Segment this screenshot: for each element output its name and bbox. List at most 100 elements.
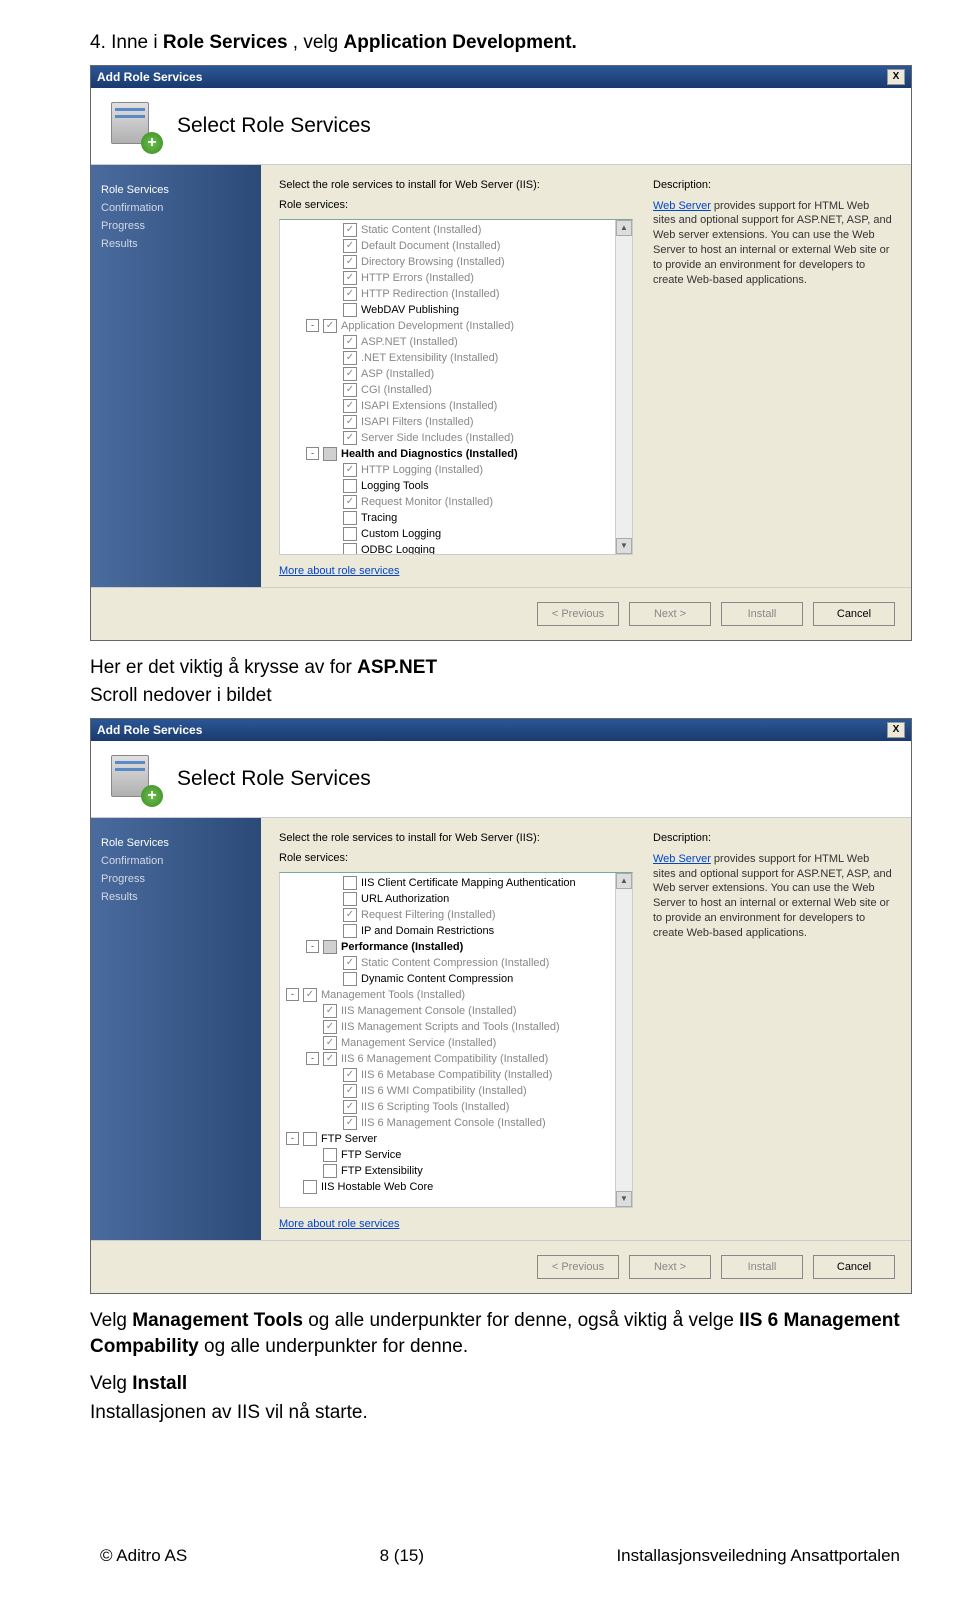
cancel-button[interactable]: Cancel [813,602,895,626]
sidebar-item-progress[interactable]: Progress [101,870,251,888]
checkbox[interactable] [343,399,357,413]
checkbox[interactable] [343,1100,357,1114]
checkbox[interactable] [343,876,357,890]
tree-item[interactable]: -Request Filtering (Installed) [280,907,632,923]
collapse-icon[interactable]: - [306,940,319,953]
tree-item[interactable]: -Management Service (Installed) [280,1035,632,1051]
tree-item[interactable]: -IIS Hostable Web Core [280,1179,632,1195]
more-link[interactable]: More about role services [279,565,633,577]
tree-item[interactable]: -Custom Logging [280,526,632,542]
tree-item[interactable]: -ASP.NET (Installed) [280,334,632,350]
tree-item[interactable]: -FTP Server [280,1131,632,1147]
collapse-icon[interactable]: - [306,319,319,332]
scroll-up-icon[interactable]: ▲ [616,220,632,236]
checkbox[interactable] [343,415,357,429]
checkbox[interactable] [343,495,357,509]
checkbox[interactable] [323,1164,337,1178]
tree-item[interactable]: -HTTP Logging (Installed) [280,462,632,478]
tree-item[interactable]: -ISAPI Extensions (Installed) [280,398,632,414]
checkbox[interactable] [343,271,357,285]
sidebar-item-results[interactable]: Results [101,235,251,253]
checkbox[interactable] [343,303,357,317]
tree-item[interactable]: -ISAPI Filters (Installed) [280,414,632,430]
tree-item[interactable]: -IIS 6 Management Compatibility (Install… [280,1051,632,1067]
tree-item[interactable]: -IIS 6 WMI Compatibility (Installed) [280,1083,632,1099]
checkbox[interactable] [343,479,357,493]
collapse-icon[interactable]: - [306,1052,319,1065]
checkbox[interactable] [303,1180,317,1194]
webserver-link[interactable]: Web Server [653,200,711,212]
tree-item[interactable]: -Static Content (Installed) [280,222,632,238]
checkbox[interactable] [323,1036,337,1050]
tree-item[interactable]: -Performance (Installed) [280,939,632,955]
checkbox[interactable] [343,908,357,922]
webserver-link[interactable]: Web Server [653,853,711,865]
checkbox[interactable] [323,447,337,461]
scroll-down-icon[interactable]: ▼ [616,538,632,554]
scroll-down-icon[interactable]: ▼ [616,1191,632,1207]
checkbox[interactable] [323,1020,337,1034]
tree-item[interactable]: -Logging Tools [280,478,632,494]
role-services-tree[interactable]: -IIS Client Certificate Mapping Authenti… [279,872,633,1208]
checkbox[interactable] [343,367,357,381]
tree-item[interactable]: -Dynamic Content Compression [280,971,632,987]
sidebar-item-role-services[interactable]: Role Services [101,834,251,852]
tree-item[interactable]: -FTP Extensibility [280,1163,632,1179]
tree-item[interactable]: -HTTP Errors (Installed) [280,270,632,286]
tree-item[interactable]: -IIS 6 Management Console (Installed) [280,1115,632,1131]
checkbox[interactable] [343,1084,357,1098]
checkbox[interactable] [343,956,357,970]
checkbox[interactable] [343,1068,357,1082]
tree-item[interactable]: -CGI (Installed) [280,382,632,398]
close-icon[interactable]: X [887,69,905,85]
tree-item[interactable]: -Management Tools (Installed) [280,987,632,1003]
tree-item[interactable]: -IIS Management Console (Installed) [280,1003,632,1019]
tree-item[interactable]: -Default Document (Installed) [280,238,632,254]
checkbox[interactable] [343,383,357,397]
checkbox[interactable] [343,239,357,253]
sidebar-item-results[interactable]: Results [101,888,251,906]
tree-item[interactable]: -IIS Client Certificate Mapping Authenti… [280,875,632,891]
tree-item[interactable]: -Static Content Compression (Installed) [280,955,632,971]
tree-item[interactable]: -ODBC Logging [280,542,632,555]
cancel-button[interactable]: Cancel [813,1255,895,1279]
tree-item[interactable]: -IIS Management Scripts and Tools (Insta… [280,1019,632,1035]
checkbox[interactable] [343,335,357,349]
tree-item[interactable]: -Tracing [280,510,632,526]
checkbox[interactable] [343,924,357,938]
scroll-up-icon[interactable]: ▲ [616,873,632,889]
tree-item[interactable]: -IP and Domain Restrictions [280,923,632,939]
checkbox[interactable] [343,527,357,541]
scrollbar[interactable]: ▲ ▼ [615,873,632,1207]
checkbox[interactable] [343,351,357,365]
collapse-icon[interactable]: - [306,447,319,460]
sidebar-item-confirmation[interactable]: Confirmation [101,199,251,217]
install-button[interactable]: Install [721,1255,803,1279]
collapse-icon[interactable]: - [286,988,299,1001]
checkbox[interactable] [343,972,357,986]
tree-item[interactable]: -Server Side Includes (Installed) [280,430,632,446]
tree-item[interactable]: -Health and Diagnostics (Installed) [280,446,632,462]
tree-item[interactable]: -URL Authorization [280,891,632,907]
checkbox[interactable] [343,892,357,906]
tree-item[interactable]: -Application Development (Installed) [280,318,632,334]
tree-item[interactable]: -WebDAV Publishing [280,302,632,318]
checkbox[interactable] [323,1148,337,1162]
checkbox[interactable] [323,319,337,333]
close-icon[interactable]: X [887,722,905,738]
scrollbar[interactable]: ▲ ▼ [615,220,632,554]
checkbox[interactable] [343,511,357,525]
checkbox[interactable] [343,223,357,237]
sidebar-item-role-services[interactable]: Role Services [101,181,251,199]
previous-button[interactable]: < Previous [537,1255,619,1279]
tree-item[interactable]: -IIS 6 Metabase Compatibility (Installed… [280,1067,632,1083]
sidebar-item-confirmation[interactable]: Confirmation [101,852,251,870]
checkbox[interactable] [303,988,317,1002]
sidebar-item-progress[interactable]: Progress [101,217,251,235]
tree-item[interactable]: -HTTP Redirection (Installed) [280,286,632,302]
checkbox[interactable] [343,431,357,445]
tree-item[interactable]: -Directory Browsing (Installed) [280,254,632,270]
tree-item[interactable]: -Request Monitor (Installed) [280,494,632,510]
checkbox[interactable] [343,255,357,269]
checkbox[interactable] [343,543,357,555]
